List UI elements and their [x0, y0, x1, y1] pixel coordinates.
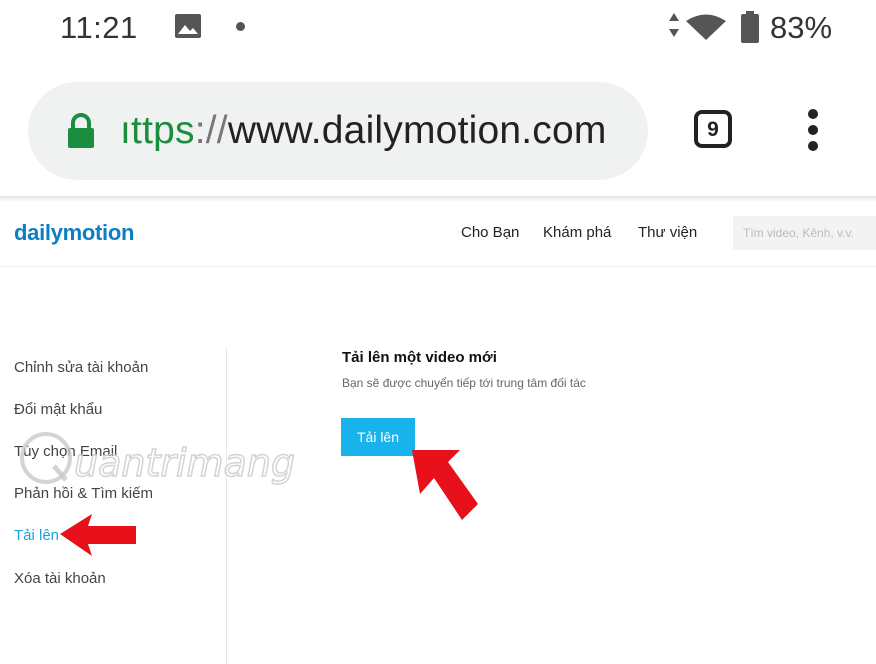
arrow-pointer-sidebar-icon	[60, 514, 136, 556]
upload-section-title: Tải lên một video mới	[342, 349, 497, 366]
arrow-pointer-button-icon	[412, 450, 478, 520]
overflow-menu-icon[interactable]	[802, 108, 824, 152]
search-input[interactable]	[733, 216, 876, 250]
tab-switcher-button[interactable]: 9	[694, 110, 732, 148]
nav-thu-vien[interactable]: Thư viện	[638, 224, 697, 241]
upload-section-subtitle: Bạn sẽ được chuyển tiếp tới trung tâm đố…	[342, 376, 586, 390]
url-separator: ://	[194, 109, 228, 152]
url-scheme: ıttps	[120, 109, 195, 152]
url-text[interactable]: ıttps://www.dailymotion.com	[120, 109, 607, 153]
image-icon	[175, 14, 201, 38]
battery-percentage: 83%	[770, 10, 833, 45]
nav-cho-ban[interactable]: Cho Bạn	[461, 224, 519, 241]
status-time: 11:21	[60, 10, 138, 45]
wifi-icon	[686, 14, 726, 40]
data-arrows-icon	[669, 13, 679, 37]
header-divider	[0, 266, 876, 267]
watermark-logo: uantrimang	[20, 432, 296, 486]
lock-icon	[68, 113, 94, 148]
toolbar-shadow	[0, 196, 876, 202]
sidebar-item-delete-account[interactable]: Xóa tài khoản	[14, 570, 106, 587]
search-box[interactable]	[733, 216, 876, 250]
svg-text:uantrimang: uantrimang	[74, 441, 295, 485]
battery-icon	[741, 11, 759, 43]
sidebar-item-edit-account[interactable]: Chỉnh sửa tài khoản	[14, 359, 148, 376]
upload-button[interactable]: Tải lên	[341, 418, 415, 456]
sidebar-item-change-password[interactable]: Đổi mật khẩu	[14, 401, 102, 418]
nav-kham-pha[interactable]: Khám phá	[543, 224, 611, 241]
notification-dot-icon	[236, 22, 245, 31]
dailymotion-logo[interactable]: dailymotion	[14, 220, 134, 246]
sidebar-item-upload[interactable]: Tải lên	[14, 527, 59, 544]
sidebar-divider	[226, 347, 227, 664]
url-host: www.dailymotion.com	[227, 109, 607, 152]
